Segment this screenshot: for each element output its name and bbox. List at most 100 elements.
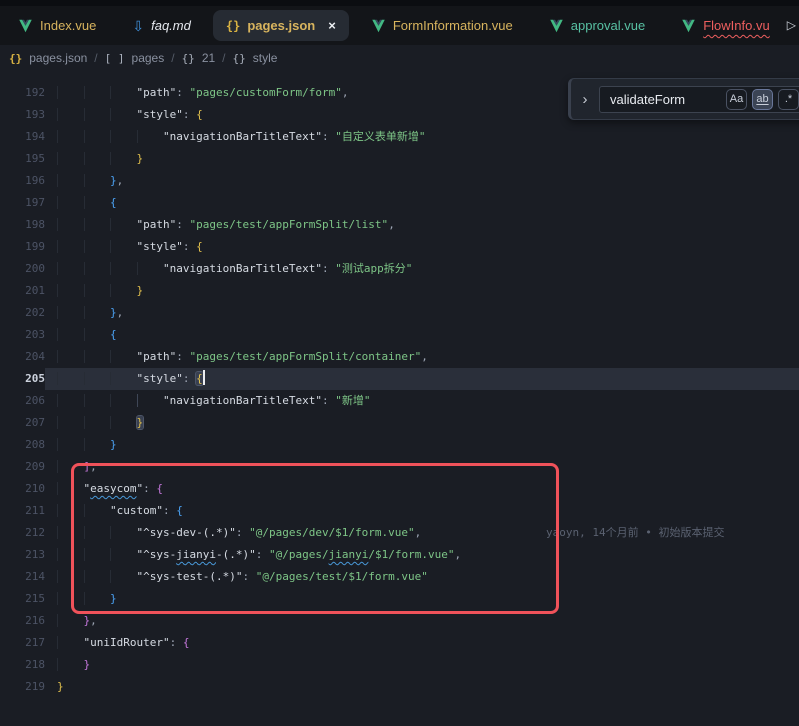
indent-guide: [57, 570, 84, 583]
code-line[interactable]: 201 }: [0, 280, 799, 302]
search-input[interactable]: validateForm Aa ab .*: [599, 86, 799, 113]
code-line[interactable]: 206 "navigationBarTitleText": "新增": [0, 390, 799, 412]
code-line[interactable]: 211 "custom": {: [0, 500, 799, 522]
code-line[interactable]: 208 }: [0, 434, 799, 456]
code-token: "^sys-test-(.*)": [137, 570, 243, 583]
breadcrumb-item-index[interactable]: 21: [202, 51, 215, 65]
code-line[interactable]: 212 "^sys-dev-(.*)": "@/pages/dev/$1/for…: [0, 522, 799, 544]
code-token: ,: [90, 460, 97, 473]
line-number: 194: [0, 126, 45, 148]
code-token: "^sys-: [137, 548, 177, 561]
indent-guide: [110, 416, 137, 429]
line-number: 217: [0, 632, 45, 654]
indent-guide: [57, 86, 84, 99]
code-token: :: [183, 108, 196, 121]
whole-word-toggle[interactable]: ab: [752, 89, 773, 110]
line-number: 204: [0, 346, 45, 368]
code-line[interactable]: 199 "style": {: [0, 236, 799, 258]
indent-guide: [110, 218, 137, 231]
indent-guide: [110, 372, 137, 385]
indent-guide: [110, 394, 137, 407]
regex-toggle[interactable]: .*: [778, 89, 799, 110]
code-token: "@/pages/test/$1/form.vue": [256, 570, 428, 583]
tab-index-vue[interactable]: Index.vue: [0, 6, 114, 45]
indent-guide: [57, 416, 84, 429]
indent-guide: [57, 482, 84, 495]
indent-guide: [110, 526, 137, 539]
indent-guide: [57, 394, 84, 407]
code-line[interactable]: 197 {: [0, 192, 799, 214]
indent-guide: [57, 174, 84, 187]
code-token: "custom": [110, 504, 163, 517]
code-token: :: [322, 394, 335, 407]
json-braces-icon: {}: [226, 20, 240, 32]
breadcrumb-item-style[interactable]: style: [253, 51, 278, 65]
line-number: 196: [0, 170, 45, 192]
code-line[interactable]: 194 "navigationBarTitleText": "自定义表单新增": [0, 126, 799, 148]
code-line[interactable]: 219}: [0, 676, 799, 698]
code-line[interactable]: 213 "^sys-jianyi-(.*)": "@/pages/jianyi/…: [0, 544, 799, 566]
line-number: 210: [0, 478, 45, 500]
indent-guide: [57, 438, 84, 451]
code-token: }: [137, 284, 144, 297]
code-token: "navigationBarTitleText": [163, 394, 322, 407]
code-line[interactable]: 214 "^sys-test-(.*)": "@/pages/test/$1/f…: [0, 566, 799, 588]
code-line[interactable]: 210 "easycom": {: [0, 478, 799, 500]
breadcrumb-item-file[interactable]: pages.json: [29, 51, 87, 65]
code-line[interactable]: 216 },: [0, 610, 799, 632]
code-line[interactable]: 207 }: [0, 412, 799, 434]
breadcrumb-separator: /: [222, 51, 225, 65]
code-token: }: [110, 592, 117, 605]
indent-guide: [57, 658, 84, 671]
code-token: ,: [90, 614, 97, 627]
tab-approval-vue[interactable]: approval.vue: [531, 6, 663, 45]
code-token: "pages/test/appFormSplit/container": [190, 350, 422, 363]
code-line[interactable]: 203 {: [0, 324, 799, 346]
line-number: 195: [0, 148, 45, 170]
code-line[interactable]: 217 "uniIdRouter": {: [0, 632, 799, 654]
code-token: }: [110, 174, 117, 187]
code-token: "^sys-dev-(.*)": [137, 526, 236, 539]
tab-flowinfo-vue[interactable]: FlowInfo.vu: [663, 6, 787, 45]
tabs-scroll-right-icon[interactable]: ▷: [787, 18, 796, 32]
code-token: :: [242, 570, 255, 583]
json-braces-icon: {}: [9, 53, 22, 64]
match-case-toggle[interactable]: Aa: [726, 89, 747, 110]
code-editor[interactable]: 192 "path": "pages/customForm/form",193 …: [0, 71, 799, 726]
find-expand-chevron-icon[interactable]: ›: [578, 92, 592, 107]
tab-faq-md[interactable]: ⇩ faq.md: [114, 6, 208, 45]
code-lines: 192 "path": "pages/customForm/form",193 …: [0, 82, 799, 698]
indent-guide: [84, 328, 111, 341]
code-token: :: [176, 350, 189, 363]
code-line[interactable]: 204 "path": "pages/test/appFormSplit/con…: [0, 346, 799, 368]
indent-guide: [84, 504, 111, 517]
code-line[interactable]: 196 },: [0, 170, 799, 192]
code-line[interactable]: 195 }: [0, 148, 799, 170]
indent-guide: [84, 372, 111, 385]
code-line[interactable]: 215 }: [0, 588, 799, 610]
vue-icon: [549, 19, 564, 33]
indent-guide: [57, 240, 84, 253]
indent-guide: [84, 240, 111, 253]
code-token: ,: [421, 350, 428, 363]
code-token: ,: [454, 548, 461, 561]
code-line[interactable]: 205 "style": {: [0, 368, 799, 390]
breadcrumb-item-pages[interactable]: pages: [132, 51, 165, 65]
line-number: 205: [0, 368, 45, 390]
code-line[interactable]: 209 ],: [0, 456, 799, 478]
code-token: "自定义表单新增": [335, 130, 425, 143]
indent-guide: [57, 372, 84, 385]
line-number: 209: [0, 456, 45, 478]
code-line[interactable]: 218 }: [0, 654, 799, 676]
tab-forminformation-vue[interactable]: FormInformation.vue: [353, 6, 531, 45]
close-icon[interactable]: ×: [328, 19, 336, 32]
line-number: 219: [0, 676, 45, 698]
code-token: :: [163, 504, 176, 517]
indent-guide: [84, 526, 111, 539]
code-line[interactable]: 198 "path": "pages/test/appFormSplit/lis…: [0, 214, 799, 236]
object-braces-icon: {}: [233, 53, 246, 64]
code-line[interactable]: 202 },: [0, 302, 799, 324]
code-line[interactable]: 200 "navigationBarTitleText": "测试app拆分": [0, 258, 799, 280]
tab-pages-json[interactable]: {} pages.json ×: [213, 10, 349, 41]
search-value: validateForm: [610, 92, 685, 107]
